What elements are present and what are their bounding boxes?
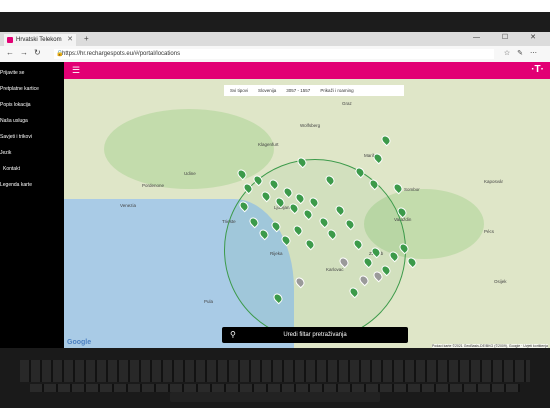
keyboard bbox=[20, 360, 530, 382]
edit-search-filter-button[interactable]: ⚲ Uredi filtar pretraživanja bbox=[222, 327, 408, 343]
city-label: Trieste bbox=[222, 219, 236, 224]
telekom-logo: ·T· bbox=[531, 64, 544, 75]
search-icon: ⚲ bbox=[230, 330, 236, 339]
city-label: Kaposvár bbox=[484, 179, 504, 184]
city-label: Osijek bbox=[494, 279, 507, 284]
address-bar: ← → ↻ 🔒 https://hr.rechargespots.eu/#/po… bbox=[0, 46, 550, 63]
sidebar-item-cards[interactable]: Pretplatne kartice bbox=[0, 86, 39, 92]
hamburger-menu-icon[interactable]: ☰ bbox=[72, 65, 80, 76]
city-label: Wolfsberg bbox=[300, 123, 321, 128]
sidebar-item-locations[interactable]: Popis lokacija bbox=[0, 102, 31, 108]
url-field[interactable]: 🔒 https://hr.rechargespots.eu/#/portal/l… bbox=[54, 49, 494, 59]
back-icon[interactable]: ← bbox=[6, 48, 14, 57]
city-label: Venezia bbox=[120, 203, 137, 208]
charger-pin[interactable] bbox=[371, 151, 385, 165]
city-label: Pordenone bbox=[142, 183, 165, 188]
city-label: Graz bbox=[342, 101, 352, 106]
filter-summary[interactable]: Svi tipovi Slovenija 3057 - 1557 Prikaži… bbox=[224, 85, 404, 96]
lock-icon: 🔒 bbox=[56, 51, 64, 57]
google-logo: Google bbox=[67, 339, 92, 346]
sidebar-item-legend[interactable]: Legenda karte bbox=[0, 182, 32, 188]
filter-chip-roaming: Prikaži i roaming bbox=[320, 88, 354, 93]
city-label: Klagenfurt bbox=[258, 142, 279, 147]
screen: Hrvatski Telekom ✕ + — ☐ ✕ ← → ↻ 🔒 https… bbox=[0, 32, 550, 348]
window-controls[interactable]: — ☐ ✕ bbox=[473, 33, 546, 41]
sidebar-item-service[interactable]: Naša usluga bbox=[0, 118, 28, 124]
sidebar-item-login[interactable]: Prijavite se bbox=[0, 70, 24, 76]
new-tab-button[interactable]: + bbox=[84, 34, 89, 43]
close-tab-icon[interactable]: ✕ bbox=[67, 34, 73, 46]
filter-chip-type: Svi tipovi bbox=[230, 88, 249, 93]
sidebar-item-contact[interactable]: Kontakt bbox=[3, 166, 20, 172]
trackpad bbox=[170, 392, 380, 402]
tab-title: Hrvatski Telekom bbox=[16, 37, 62, 43]
map[interactable]: Svi tipovi Slovenija 3057 - 1557 Prikaži… bbox=[64, 79, 550, 348]
sidebar-item-tips[interactable]: Savjeti i trikovi bbox=[0, 134, 32, 140]
sidebar: Prijavite se Pretplatne kartice Popis lo… bbox=[0, 62, 64, 348]
filter-chip-range: 3057 - 1557 bbox=[286, 88, 311, 93]
city-label: Udine bbox=[184, 171, 196, 176]
edit-filter-label: Uredi filtar pretraživanja bbox=[283, 332, 347, 338]
filter-chip-country: Slovenija bbox=[258, 88, 277, 93]
refresh-icon[interactable]: ↻ bbox=[34, 48, 41, 57]
sidebar-item-language[interactable]: Jezik bbox=[0, 150, 11, 156]
tab-bar: Hrvatski Telekom ✕ + — ☐ ✕ bbox=[0, 32, 550, 46]
forward-icon[interactable]: → bbox=[20, 48, 28, 57]
favicon-icon bbox=[7, 37, 13, 43]
charger-pin[interactable] bbox=[379, 133, 393, 147]
map-attribution: Podaci karte ©2021 GeoBasis-DE/BKG (©200… bbox=[431, 344, 548, 348]
browser-tab[interactable]: Hrvatski Telekom ✕ bbox=[4, 34, 76, 46]
city-label: Pula bbox=[204, 299, 214, 304]
app-header: ☰ ·T· bbox=[64, 62, 550, 79]
city-label: Sombor bbox=[404, 187, 420, 192]
alps-area bbox=[104, 109, 274, 189]
keyboard-row bbox=[30, 384, 520, 392]
toolbar-icons[interactable]: ☆✎⋯ bbox=[504, 49, 544, 57]
city-label: Rijeka bbox=[270, 251, 283, 256]
url-text: https://hr.rechargespots.eu/#/portal/loc… bbox=[62, 51, 181, 57]
city-label: Karlovac bbox=[326, 267, 344, 272]
city-label: Pécs bbox=[484, 229, 495, 234]
